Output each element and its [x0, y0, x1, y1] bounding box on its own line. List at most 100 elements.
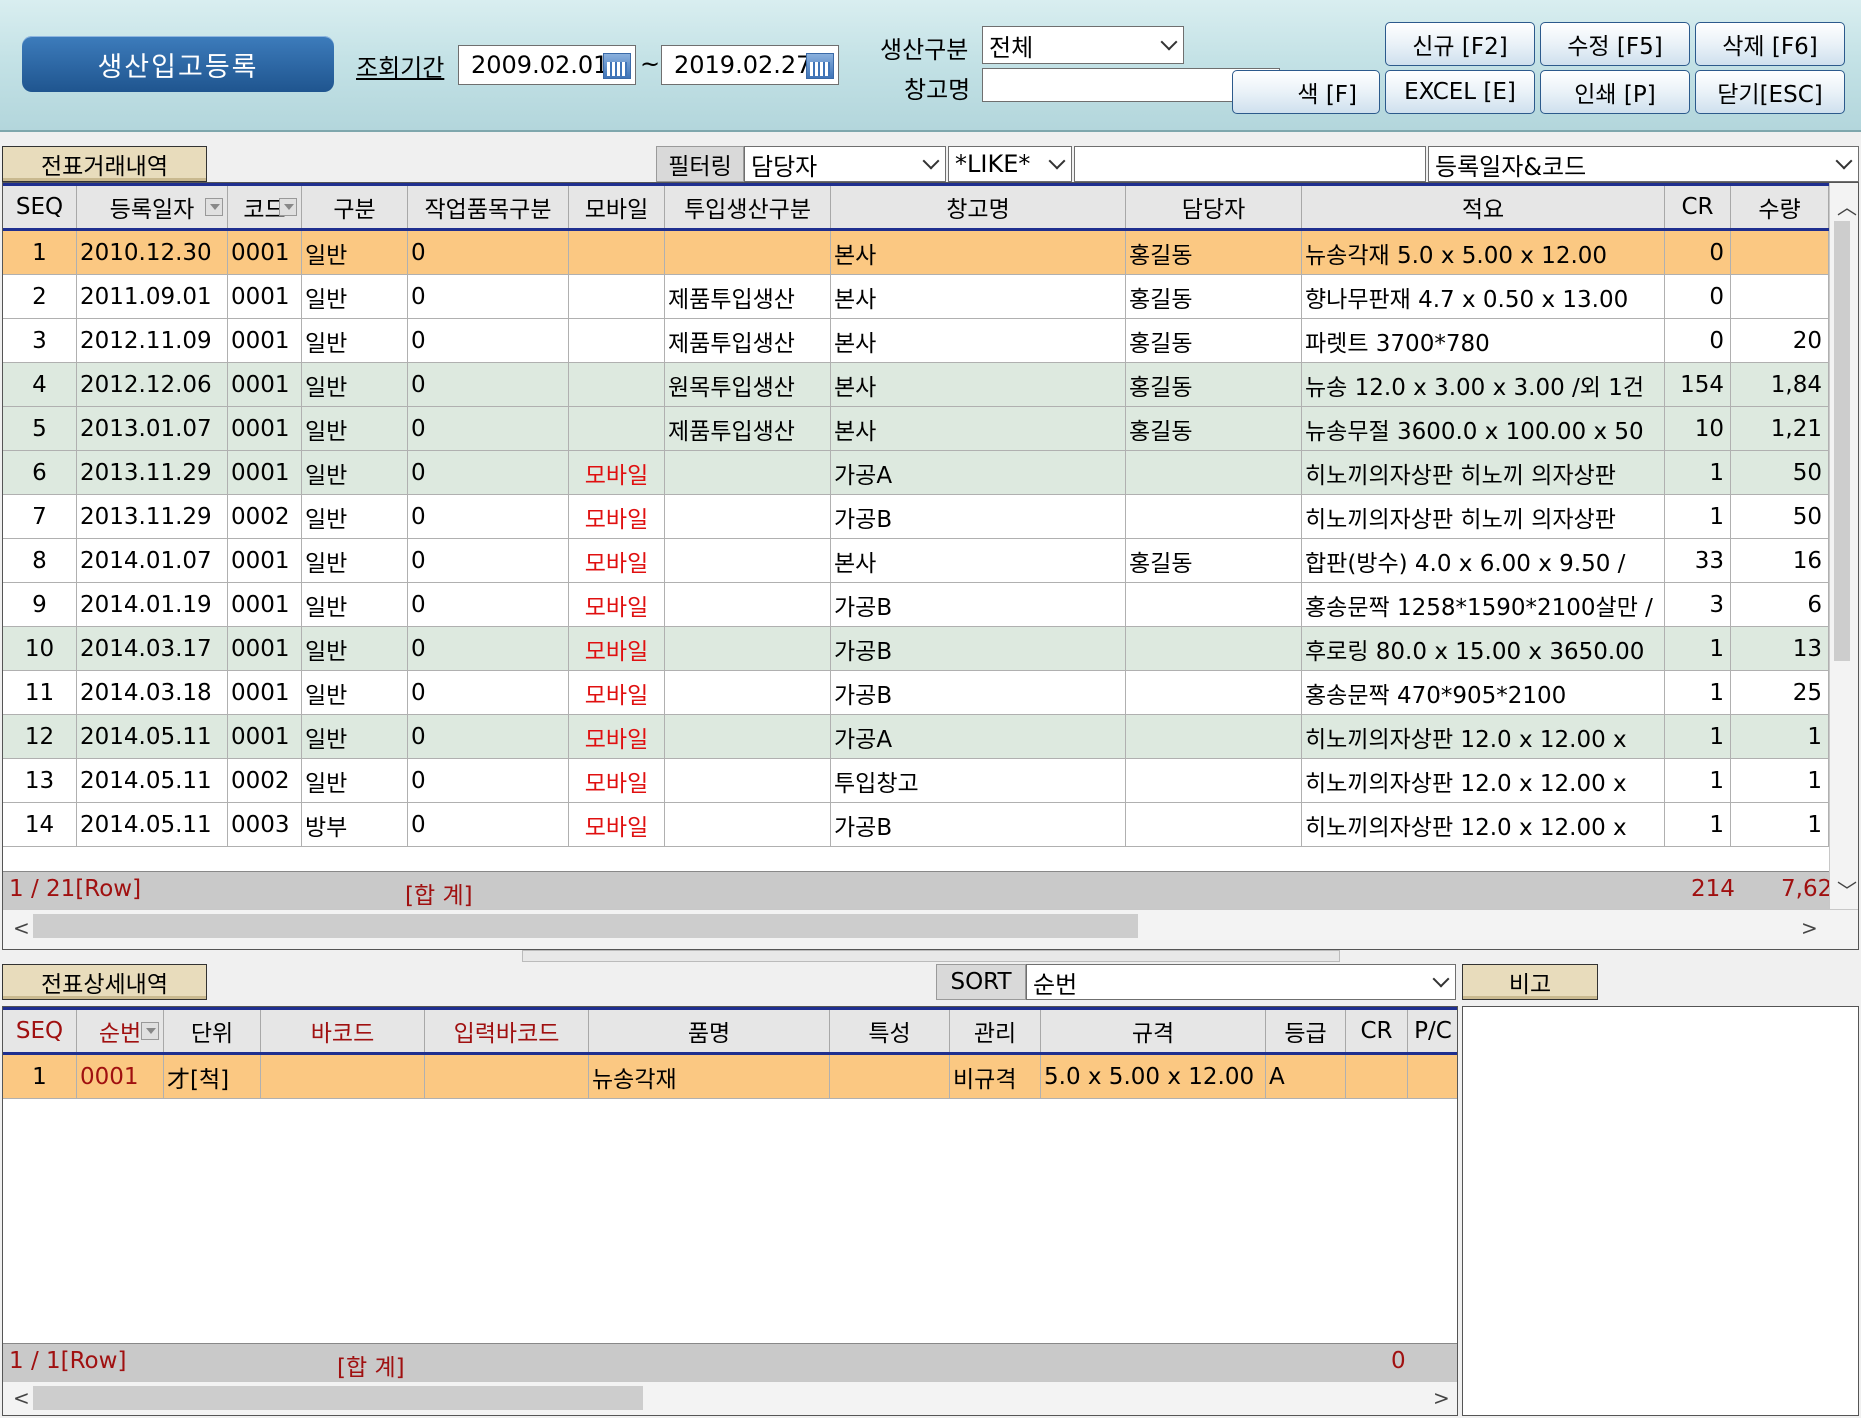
- col-order[interactable]: 순번: [77, 1010, 164, 1052]
- cell-summary: 향나무판재 4.7 x 0.50 x 13.00: [1302, 275, 1665, 318]
- cell-summary: 파렛트 3700*780: [1302, 319, 1665, 362]
- col-grade[interactable]: 등급: [1266, 1010, 1346, 1052]
- cell-type: 방부: [302, 803, 408, 846]
- tab-remarks[interactable]: 비고: [1462, 964, 1598, 1000]
- search-button[interactable]: 색 [F]: [1232, 70, 1380, 114]
- col-seq[interactable]: SEQ: [3, 1010, 77, 1052]
- calendar-icon[interactable]: [806, 53, 834, 79]
- cell-manager: 홍길동: [1126, 275, 1302, 318]
- col-cr[interactable]: CR: [1346, 1010, 1408, 1052]
- scroll-left-icon[interactable]: <: [13, 1386, 30, 1410]
- cell-reg-date: 2013.11.29: [77, 451, 228, 494]
- scroll-thumb[interactable]: [1834, 221, 1850, 661]
- tab-voucher-detail[interactable]: 전표상세내역: [2, 964, 207, 1000]
- col-type[interactable]: 구분: [302, 186, 408, 228]
- cell-qty: [1731, 231, 1829, 274]
- table-row[interactable]: 5 2013.01.07 0001 일반 0 제품투입생산 본사 홍길동 뉴송무절 3600.0…: [3, 407, 1829, 451]
- col-input-barcode[interactable]: 입력바코드: [425, 1010, 589, 1052]
- scroll-thumb[interactable]: [33, 1386, 643, 1410]
- cell-code: 0001: [228, 715, 302, 758]
- cell-summary: 홍송문짝 470*905*2100: [1302, 671, 1665, 714]
- table-row[interactable]: 6 2013.11.29 0001 일반 0 모바일 가공A 히노끼의자상판 히노끼 의자상판…: [3, 451, 1829, 495]
- horizontal-scrollbar[interactable]: < >: [3, 1381, 1457, 1415]
- scroll-up-icon[interactable]: ︿: [1837, 191, 1857, 220]
- calendar-icon[interactable]: [603, 53, 631, 79]
- table-row[interactable]: 1 0001 才[척] 뉴송각재 비규격 5.0 x 5.00 x 12.00 A: [3, 1055, 1457, 1099]
- table-row[interactable]: 1 2010.12.30 0001 일반 0 본사 홍길동 뉴송각재 5.0 x 5.00 x…: [3, 231, 1829, 275]
- filter-value-input[interactable]: [1074, 146, 1426, 182]
- col-work-item-type[interactable]: 작업품목구분: [408, 186, 569, 228]
- cell-reg-date: 2012.11.09: [77, 319, 228, 362]
- horizontal-scrollbar[interactable]: < >: [3, 909, 1858, 949]
- cell-work-item-type: 0: [408, 495, 569, 538]
- table-row[interactable]: 11 2014.03.18 0001 일반 0 모바일 가공B 홍송문짝 470*905*21…: [3, 671, 1829, 715]
- scroll-down-icon[interactable]: ﹀: [1837, 875, 1857, 904]
- table-row[interactable]: 8 2014.01.07 0001 일반 0 모바일 본사 홍길동 합판(방수) 4.0 x 6…: [3, 539, 1829, 583]
- col-item-name[interactable]: 품명: [589, 1010, 830, 1052]
- col-reg-date[interactable]: 등록일자: [77, 186, 228, 228]
- excel-button[interactable]: EXCEL [E]: [1385, 70, 1535, 114]
- splitter-handle[interactable]: [522, 950, 1340, 962]
- filter-label: 필터링: [656, 146, 744, 182]
- remarks-textarea[interactable]: [1462, 1006, 1859, 1416]
- tab-voucher-list[interactable]: 전표거래내역: [2, 146, 207, 182]
- prod-type-select[interactable]: 전체: [982, 26, 1184, 64]
- col-management[interactable]: 관리: [950, 1010, 1041, 1052]
- cell-cr: 3: [1665, 583, 1731, 626]
- cell-seq: 11: [3, 671, 77, 714]
- col-qty[interactable]: 수량: [1731, 186, 1829, 228]
- table-row[interactable]: 14 2014.05.11 0003 방부 0 모바일 가공B 히노끼의자상판 12.0 x …: [3, 803, 1829, 847]
- col-manager[interactable]: 담당자: [1126, 186, 1302, 228]
- date-to-field[interactable]: 2019.02.27: [661, 45, 839, 85]
- filter-field-select[interactable]: 담당자: [744, 146, 946, 182]
- scroll-left-icon[interactable]: <: [13, 916, 30, 940]
- filter-dropdown-icon[interactable]: [141, 1022, 159, 1040]
- col-attribute[interactable]: 특성: [830, 1010, 950, 1052]
- col-mobile[interactable]: 모바일: [569, 186, 665, 228]
- col-seq[interactable]: SEQ: [3, 186, 77, 228]
- col-cr[interactable]: CR: [1665, 186, 1731, 228]
- col-code[interactable]: 코드: [228, 186, 302, 228]
- sum-label: [합 계]: [337, 1355, 405, 1381]
- sum-qty: 7,62: [1781, 876, 1833, 902]
- date-from-field[interactable]: 2009.02.01: [458, 45, 636, 85]
- scroll-right-icon[interactable]: >: [1801, 916, 1818, 940]
- col-barcode[interactable]: 바코드: [261, 1010, 425, 1052]
- scroll-thumb[interactable]: [33, 914, 1138, 938]
- table-row[interactable]: 12 2014.05.11 0001 일반 0 모바일 가공A 히노끼의자상판 12.0 x …: [3, 715, 1829, 759]
- vertical-scrollbar[interactable]: ︿ ﹀: [1829, 183, 1858, 909]
- delete-button[interactable]: 삭제 [F6]: [1695, 22, 1845, 66]
- edit-button[interactable]: 수정 [F5]: [1540, 22, 1690, 66]
- col-summary[interactable]: 적요: [1302, 186, 1665, 228]
- table-row[interactable]: 3 2012.11.09 0001 일반 0 제품투입생산 본사 홍길동 파렛트 3700*78…: [3, 319, 1829, 363]
- table-row[interactable]: 10 2014.03.17 0001 일반 0 모바일 가공B 후로링 80.0 x 15.0…: [3, 627, 1829, 671]
- filter-dropdown-icon[interactable]: [279, 198, 297, 216]
- table-row[interactable]: 9 2014.01.19 0001 일반 0 모바일 가공B 홍송문짝 1258*1590*2…: [3, 583, 1829, 627]
- table-row[interactable]: 2 2011.09.01 0001 일반 0 제품투입생산 본사 홍길동 향나무판재 4.7 x…: [3, 275, 1829, 319]
- cell-cr: 1: [1665, 627, 1731, 670]
- cell-warehouse: 가공A: [831, 451, 1126, 494]
- filter-dropdown-icon[interactable]: [205, 198, 223, 216]
- col-pc[interactable]: P/C: [1408, 1010, 1457, 1052]
- cell-pc: [1408, 1055, 1457, 1098]
- detail-sort-select[interactable]: 순번: [1026, 964, 1456, 1000]
- cell-manager: [1126, 759, 1302, 802]
- filter-op-select[interactable]: *LIKE*: [948, 146, 1072, 182]
- sort-field-select[interactable]: 등록일자&코드: [1428, 146, 1859, 182]
- col-warehouse[interactable]: 창고명: [831, 186, 1126, 228]
- chevron-down-icon: [922, 152, 940, 170]
- cell-cr: 1: [1665, 451, 1731, 494]
- close-button[interactable]: 닫기[ESC]: [1695, 70, 1845, 114]
- chevron-down-icon: [1432, 970, 1450, 988]
- chevron-down-icon: [1835, 152, 1853, 170]
- col-input-prod-type[interactable]: 투입생산구분: [665, 186, 831, 228]
- cell-warehouse: 가공B: [831, 583, 1126, 626]
- scroll-right-icon[interactable]: >: [1433, 1386, 1450, 1410]
- new-button[interactable]: 신규 [F2]: [1385, 22, 1535, 66]
- print-button[interactable]: 인쇄 [P]: [1540, 70, 1690, 114]
- table-row[interactable]: 7 2013.11.29 0002 일반 0 모바일 가공B 히노끼의자상판 히노끼 의자상판…: [3, 495, 1829, 539]
- col-spec[interactable]: 규격: [1041, 1010, 1266, 1052]
- table-row[interactable]: 4 2012.12.06 0001 일반 0 원목투입생산 본사 홍길동 뉴송 12.0 x 3…: [3, 363, 1829, 407]
- col-unit[interactable]: 단위: [164, 1010, 261, 1052]
- table-row[interactable]: 13 2014.05.11 0002 일반 0 모바일 투입창고 히노끼의자상판 12.0 x…: [3, 759, 1829, 803]
